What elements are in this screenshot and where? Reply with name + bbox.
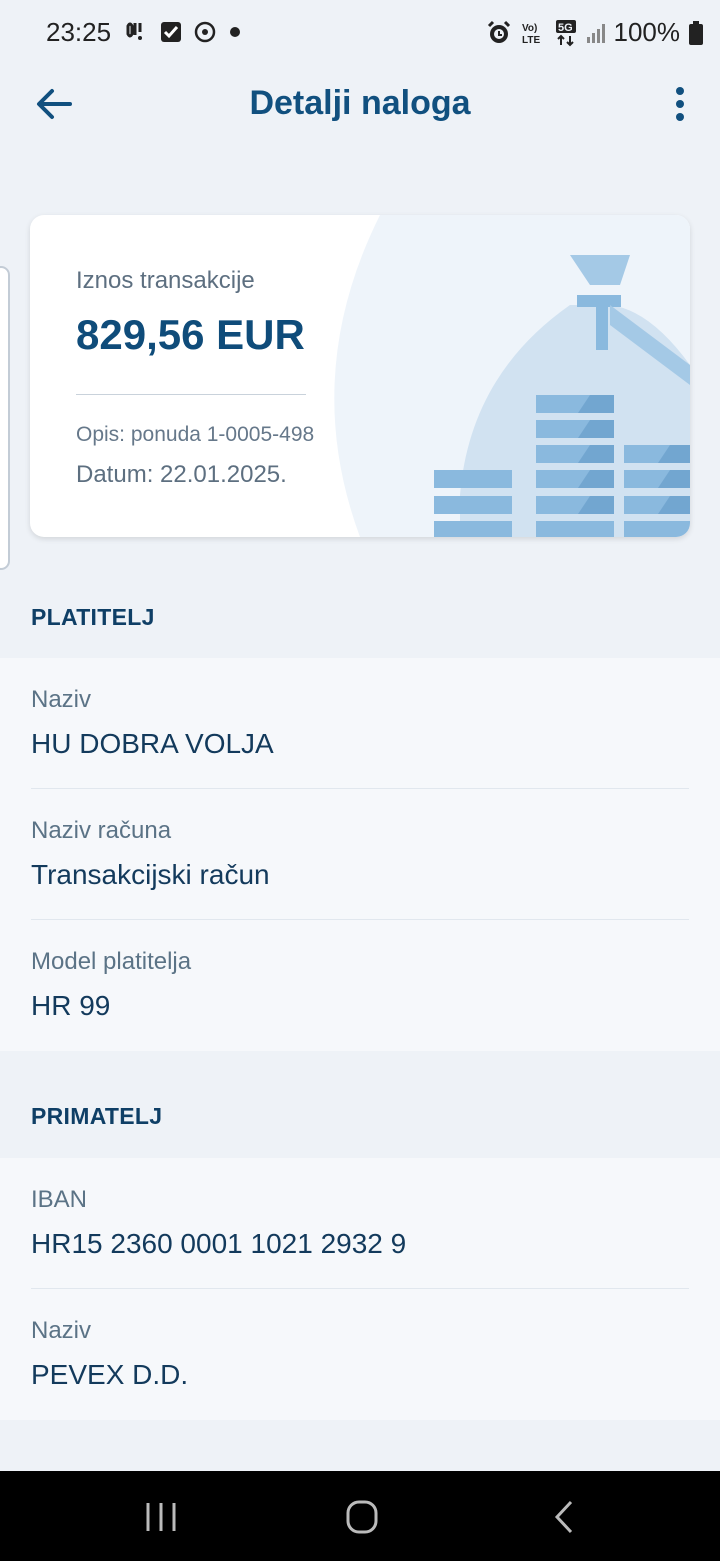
row-value: Transakcijski račun xyxy=(31,859,270,890)
recipient-section: IBAN HR15 2360 0001 1021 2932 9 Naziv PE… xyxy=(0,1158,720,1420)
notification-icon xyxy=(126,22,142,40)
card-divider xyxy=(76,394,306,395)
row-value: HU DOBRA VOLJA xyxy=(31,728,274,759)
payer-row-account-name: Naziv računa Transakcijski račun xyxy=(31,789,689,920)
soccer-icon xyxy=(194,21,216,43)
row-value: HR15 2360 0001 1021 2932 9 xyxy=(31,1228,407,1259)
volte-icon: Vo)LTE xyxy=(522,23,540,46)
transaction-description: Opis: ponuda 1-0005-498 xyxy=(76,423,315,446)
status-time: 23:25 xyxy=(46,17,112,47)
system-back-icon[interactable] xyxy=(540,1497,590,1537)
row-label: Naziv xyxy=(31,1317,92,1344)
system-nav-bar xyxy=(0,1471,720,1561)
svg-text:LTE: LTE xyxy=(522,35,540,46)
status-left-icons xyxy=(124,20,242,44)
amount-value: 829,56 EUR xyxy=(76,311,305,358)
status-bar: 23:25 Vo) LTE 5G 100% xyxy=(0,0,720,64)
svg-text:Vo): Vo) xyxy=(522,23,537,34)
previous-card-peek[interactable] xyxy=(0,266,10,570)
more-options-icon[interactable] xyxy=(668,84,692,124)
5g-icon: 5G xyxy=(555,19,576,46)
signal-icon xyxy=(586,23,605,43)
transaction-card: Iznos transakcije 829,56 EUR Opis: ponud… xyxy=(30,215,690,537)
row-value: PEVEX D.D. xyxy=(31,1359,189,1390)
row-label: IBAN xyxy=(31,1186,88,1213)
payer-section: Naziv HU DOBRA VOLJA Naziv računa Transa… xyxy=(0,658,720,1051)
recipient-section-title: PRIMATELJ xyxy=(31,1103,163,1129)
row-label: Naziv xyxy=(31,686,92,713)
recipient-row-iban: IBAN HR15 2360 0001 1021 2932 9 xyxy=(31,1158,689,1289)
checkbox-icon xyxy=(161,22,181,42)
alarm-icon xyxy=(487,20,510,43)
payer-section-title: PLATITELJ xyxy=(31,604,155,630)
app-bar: Detalji naloga xyxy=(0,64,720,146)
row-value: HR 99 xyxy=(31,990,111,1021)
svg-text:5G: 5G xyxy=(558,22,573,34)
status-right: Vo) LTE 5G 100% xyxy=(486,17,705,48)
battery-icon xyxy=(689,20,703,45)
page-title: Detalji naloga xyxy=(249,84,471,122)
battery-percent: 100% xyxy=(613,17,681,47)
home-icon[interactable] xyxy=(337,1497,387,1537)
recipient-row-name: Naziv PEVEX D.D. xyxy=(31,1289,689,1420)
row-label: Naziv računa xyxy=(31,817,172,844)
row-label: Model platitelja xyxy=(31,948,192,975)
amount-label: Iznos transakcije xyxy=(76,267,255,294)
payer-row-model: Model platitelja HR 99 xyxy=(31,920,689,1051)
transaction-date: Datum: 22.01.2025. xyxy=(76,461,287,488)
dot-icon xyxy=(230,27,240,37)
payer-section-header: PLATITELJ xyxy=(0,578,720,658)
payer-row-name: Naziv HU DOBRA VOLJA xyxy=(31,658,689,789)
recent-apps-icon[interactable] xyxy=(136,1497,186,1537)
recipient-section-header: PRIMATELJ xyxy=(0,1051,720,1158)
